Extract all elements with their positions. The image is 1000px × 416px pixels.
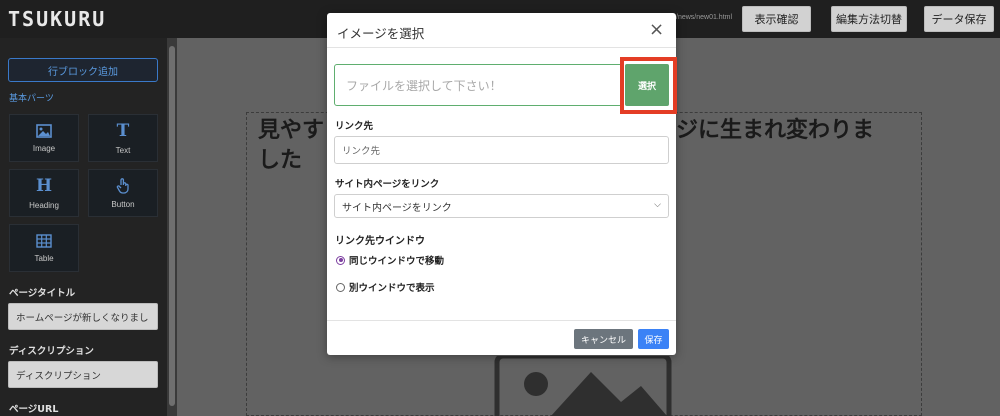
heading-icon: H <box>35 175 53 196</box>
description-input[interactable]: ディスクリプション <box>8 361 158 388</box>
image-icon <box>36 123 52 138</box>
link-label: リンク先 <box>335 121 374 132</box>
sidebar-scrollbar-thumb[interactable] <box>169 46 175 406</box>
save-button[interactable]: 保存 <box>638 329 669 349</box>
image-select-modal: イメージを選択 × ファイルを選択して下さい！ 選択 リンク先 リンク先 サイト… <box>327 13 677 355</box>
radio-label: 同じウインドウで移動 <box>349 256 445 267</box>
chevron-down-icon: ⌵ <box>654 200 661 210</box>
description-label: ディスクリプション <box>9 346 94 357</box>
save-data-button[interactable]: データ保存 <box>924 6 994 32</box>
pointer-hand-icon <box>116 177 129 194</box>
image-placeholder-icon <box>494 356 672 416</box>
internal-page-select[interactable]: サイト内ページをリンク ⌵ <box>334 194 669 218</box>
radio-new-window[interactable]: 別ウインドウで表示 <box>336 280 435 294</box>
modal-footer-divider <box>327 320 676 321</box>
part-button[interactable]: Button <box>88 169 158 217</box>
link-input[interactable]: リンク先 <box>334 136 669 164</box>
radio-label: 別ウインドウで表示 <box>349 283 435 294</box>
radio-same-window[interactable]: 同じウインドウで移動 <box>336 253 444 267</box>
preview-button[interactable]: 表示確認 <box>742 6 811 32</box>
radio-selected-icon[interactable] <box>336 255 345 265</box>
table-icon <box>36 233 52 248</box>
page-url-text: /news/new01.html <box>676 14 733 21</box>
part-table[interactable]: Table <box>9 224 79 272</box>
part-text[interactable]: T Text <box>88 114 158 162</box>
text-icon: T <box>116 120 130 141</box>
switch-edit-button[interactable]: 編集方法切替 <box>831 6 907 32</box>
page-url-label: ページURL <box>9 404 59 415</box>
highlight-annotation-box <box>620 57 677 114</box>
page-headline-line2: した <box>258 148 303 173</box>
page-title-label: ページタイトル <box>9 288 76 299</box>
part-heading[interactable]: H Heading <box>9 169 79 217</box>
basic-parts-label: 基本パーツ <box>9 94 54 104</box>
cancel-button[interactable]: キャンセル <box>574 329 633 349</box>
close-icon[interactable]: × <box>649 19 664 40</box>
part-label: Table <box>34 253 54 263</box>
part-label: Heading <box>29 200 59 210</box>
part-image[interactable]: Image <box>9 114 79 162</box>
app-logo: TSUKURU <box>8 7 107 31</box>
add-row-block-button[interactable]: 行ブロック追加 <box>8 58 158 82</box>
page-headline-left: 見やす <box>258 118 325 143</box>
page-headline-right: ジに生まれ変わりま <box>676 118 875 143</box>
part-label: Image <box>32 143 56 153</box>
part-label: Text <box>115 145 131 155</box>
part-label: Button <box>111 199 135 209</box>
internal-page-label: サイト内ページをリンク <box>335 179 440 190</box>
page-title-input[interactable]: ホームページが新しくなりまし <box>8 303 158 330</box>
internal-page-selected: サイト内ページをリンク <box>342 202 452 214</box>
modal-header: イメージを選択 × <box>327 13 676 48</box>
link-window-label: リンク先ウインドウ <box>335 236 425 247</box>
file-path-input[interactable]: ファイルを選択して下さい！ <box>334 64 621 106</box>
radio-unselected-icon[interactable] <box>336 282 345 292</box>
modal-title: イメージを選択 <box>337 26 425 41</box>
